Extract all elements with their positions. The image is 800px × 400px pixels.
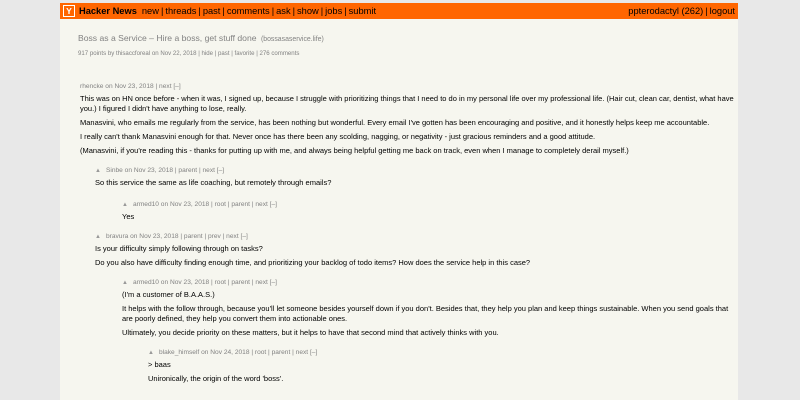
- comment-text: > baas Unironically, the origin of the w…: [148, 360, 738, 384]
- separator: |: [160, 6, 164, 16]
- nav-links: new | threads | past | comments | ask | …: [142, 6, 376, 16]
- story-title-link[interactable]: Boss as a Service – Hire a boss, get stu…: [78, 33, 257, 43]
- story-header: Boss as a Service – Hire a boss, get stu…: [60, 19, 738, 57]
- y-logo-icon[interactable]: Y: [63, 5, 75, 17]
- nav-link-show[interactable]: show: [297, 6, 319, 16]
- comment-paragraph: > baas: [148, 360, 171, 369]
- story-domain-link[interactable]: (bossasaservice.life): [261, 36, 324, 43]
- comment: ▲ Sinbe on Nov 23, 2018 | parent | next …: [95, 166, 738, 188]
- site-name-link[interactable]: Hacker News: [79, 6, 137, 16]
- top-navbar: Y Hacker News new | threads | past | com…: [60, 3, 738, 19]
- nav-link-submit[interactable]: submit: [349, 6, 376, 16]
- page: Y Hacker News new | threads | past | com…: [60, 3, 738, 400]
- upvote-arrow-icon[interactable]: ▲: [122, 200, 128, 210]
- comment-paragraph: This was on HN once before - when it was…: [80, 94, 734, 113]
- comment-text: This was on HN once before - when it was…: [80, 94, 738, 156]
- nav-link-ask[interactable]: ask: [276, 6, 290, 16]
- nav-link-threads[interactable]: threads: [165, 6, 196, 16]
- separator: |: [705, 6, 708, 16]
- upvote-arrow-icon[interactable]: ▲: [148, 348, 154, 358]
- comment-meta[interactable]: blake_himself on Nov 24, 2018 | root | p…: [159, 348, 317, 358]
- comment-paragraph: Manasvini, who emails me regularly from …: [80, 118, 710, 127]
- user-profile-link[interactable]: ppterodactyl (262): [628, 6, 703, 16]
- upvote-arrow-icon[interactable]: ▲: [95, 232, 101, 242]
- comment-meta[interactable]: rhencke on Nov 23, 2018 | next [–]: [80, 82, 181, 92]
- nav-link-comments[interactable]: comments: [227, 6, 270, 16]
- comment-paragraph: It helps with the follow through, becaus…: [122, 304, 729, 323]
- upvote-arrow-icon[interactable]: ▲: [95, 166, 101, 176]
- story-meta: 917 points by thisaccforeal on Nov 22, 2…: [78, 50, 300, 57]
- comment-paragraph: So this service the same as life coachin…: [95, 178, 332, 187]
- comment-meta[interactable]: armed10 on Nov 23, 2018 | root | parent …: [133, 200, 277, 210]
- logout-link[interactable]: logout: [710, 6, 735, 16]
- comment: ▲ armed10 on Nov 23, 2018 | root | paren…: [122, 200, 738, 222]
- comment-head: ▲ bravura on Nov 23, 2018 | parent | pre…: [95, 232, 738, 242]
- comment-paragraph: Yes: [122, 212, 135, 221]
- comment-head: rhencke on Nov 23, 2018 | next [–]: [80, 82, 738, 92]
- comment-paragraph: I really can't thank Manasvini enough fo…: [80, 132, 596, 141]
- comment-paragraph: Ultimately, you decide priority on these…: [122, 328, 499, 337]
- upvote-arrow-icon[interactable]: ▲: [122, 278, 128, 288]
- comment-meta[interactable]: armed10 on Nov 23, 2018 | root | parent …: [133, 278, 277, 288]
- comment: ▲ bravura on Nov 23, 2018 | parent | pre…: [95, 232, 738, 268]
- comment: ▲ blake_himself on Nov 24, 2018 | root |…: [148, 348, 738, 384]
- comment-head: ▲ blake_himself on Nov 24, 2018 | root |…: [148, 348, 738, 358]
- comment-paragraph: (I'm a customer of B.A.A.S.): [122, 290, 215, 299]
- comment-head: ▲ Sinbe on Nov 23, 2018 | parent | next …: [95, 166, 738, 176]
- separator: |: [292, 6, 296, 16]
- separator: |: [198, 6, 201, 16]
- comment-text: (I'm a customer of B.A.A.S.) It helps wi…: [122, 290, 738, 338]
- comment-paragraph: Is your difficulty simply following thro…: [95, 244, 263, 253]
- comment-paragraph: Do you also have difficulty finding enou…: [95, 258, 531, 267]
- comment: rhencke on Nov 23, 2018 | next [–] This …: [80, 82, 738, 156]
- comment-text: So this service the same as life coachin…: [95, 178, 738, 188]
- separator: |: [271, 6, 275, 16]
- nav-link-jobs[interactable]: jobs: [325, 6, 342, 16]
- separator: |: [320, 6, 324, 16]
- comment-text: Yes: [122, 212, 738, 222]
- comment-head: ▲ armed10 on Nov 23, 2018 | root | paren…: [122, 278, 738, 288]
- nav-link-past[interactable]: past: [203, 6, 221, 16]
- comment-meta[interactable]: bravura on Nov 23, 2018 | parent | prev …: [106, 232, 248, 242]
- comment: ▲ armed10 on Nov 23, 2018 | root | paren…: [122, 278, 738, 338]
- comment-paragraph: (Manasvini, if you're reading this - tha…: [80, 146, 629, 155]
- comment-text: Is your difficulty simply following thro…: [95, 244, 738, 268]
- nav-link-new[interactable]: new: [142, 6, 159, 16]
- comment-paragraph: Unironically, the origin of the word 'bo…: [148, 374, 284, 383]
- comment-thread: rhencke on Nov 23, 2018 | next [–] This …: [60, 82, 738, 384]
- separator: |: [344, 6, 347, 16]
- comment-meta[interactable]: Sinbe on Nov 23, 2018 | parent | next [–…: [106, 166, 224, 176]
- comment-head: ▲ armed10 on Nov 23, 2018 | root | paren…: [122, 200, 738, 210]
- user-area: ppterodactyl (262) | logout: [628, 6, 735, 16]
- separator: |: [222, 6, 225, 16]
